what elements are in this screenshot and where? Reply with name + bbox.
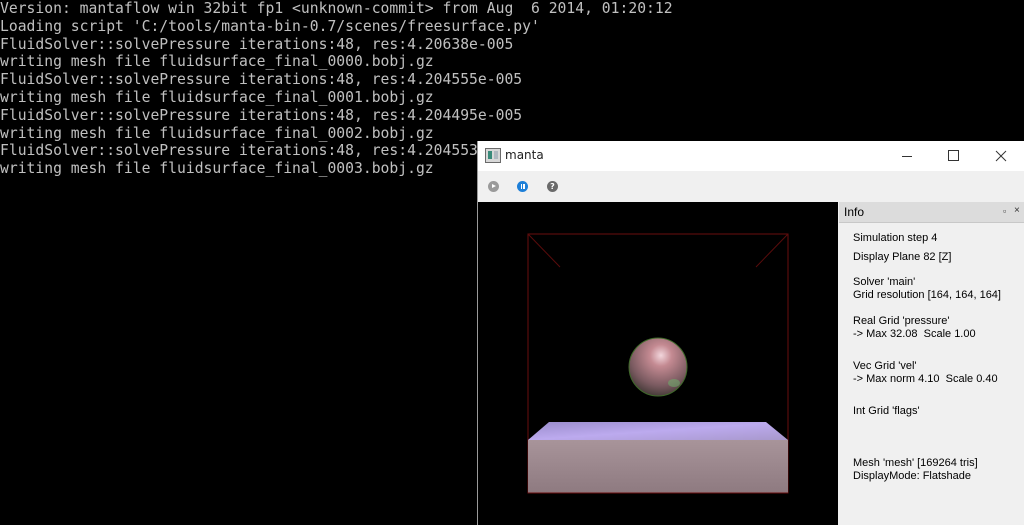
maximize-icon bbox=[948, 150, 959, 161]
pause-button[interactable] bbox=[517, 181, 528, 192]
int-grid-name: Int Grid 'flags' bbox=[853, 405, 920, 417]
simulation-step: Simulation step 4 bbox=[853, 232, 938, 244]
real-grid-stats: -> Max 32.08 Scale 1.00 bbox=[853, 328, 976, 340]
info-panel-title: Info bbox=[844, 205, 865, 219]
mesh-info: Mesh 'mesh' [169264 tris] bbox=[853, 457, 978, 469]
real-grid-name: Real Grid 'pressure' bbox=[853, 315, 950, 327]
close-icon bbox=[995, 150, 1007, 162]
console-line: FluidSolver::solvePressure iterations:48… bbox=[0, 70, 523, 89]
render-viewport[interactable] bbox=[478, 202, 838, 525]
console-line: writing mesh file fluidsurface_final_000… bbox=[0, 87, 434, 106]
window-title: manta bbox=[505, 148, 544, 162]
display-mode: DisplayMode: Flatshade bbox=[853, 470, 972, 482]
fluid-pool-side bbox=[528, 440, 788, 493]
manta-window[interactable]: manta ? Info ▫ × Simulation step 4 Displ… bbox=[477, 141, 1024, 525]
title-bar[interactable]: manta bbox=[478, 141, 1024, 171]
console-line: FluidSolver::solvePressure iterations:48… bbox=[0, 34, 514, 53]
fluid-droplet-sphere bbox=[628, 337, 688, 397]
window-icon bbox=[485, 148, 501, 163]
scene-render bbox=[527, 233, 789, 494]
panel-close-icon[interactable]: × bbox=[1014, 205, 1020, 216]
minimize-icon bbox=[902, 156, 912, 157]
console-line: Loading script 'C:/tools/manta-bin-0.7/s… bbox=[0, 16, 540, 35]
vec-grid-name: Vec Grid 'vel' bbox=[853, 360, 917, 372]
vec-grid-stats: -> Max norm 4.10 Scale 0.40 bbox=[853, 373, 998, 385]
help-button[interactable]: ? bbox=[547, 181, 558, 192]
grid-resolution: Grid resolution [164, 164, 164] bbox=[853, 289, 1001, 301]
fluid-pool-top bbox=[528, 422, 788, 440]
info-panel-header[interactable]: Info ▫ × bbox=[839, 202, 1024, 223]
info-panel: Info ▫ × Simulation step 4 Display Plane… bbox=[839, 202, 1024, 525]
console-line: writing mesh file fluidsurface_final_000… bbox=[0, 52, 434, 71]
help-icon: ? bbox=[550, 182, 555, 191]
console-line: FluidSolver::solvePressure iterations:48… bbox=[0, 105, 523, 124]
play-button[interactable] bbox=[488, 181, 499, 192]
minimize-button[interactable] bbox=[884, 141, 930, 171]
display-plane: Display Plane 82 [Z] bbox=[853, 251, 952, 263]
maximize-button[interactable] bbox=[931, 141, 977, 171]
close-button[interactable] bbox=[978, 141, 1024, 171]
pause-icon bbox=[520, 184, 522, 189]
console-line: writing mesh file fluidsurface_final_000… bbox=[0, 123, 434, 142]
console-line: Version: mantaflow win 32bit fp1 <unknow… bbox=[0, 0, 673, 17]
play-icon bbox=[492, 184, 496, 188]
toolbar: ? bbox=[478, 171, 1024, 201]
solver-name: Solver 'main' bbox=[853, 276, 916, 288]
float-icon[interactable]: ▫ bbox=[1003, 206, 1006, 216]
